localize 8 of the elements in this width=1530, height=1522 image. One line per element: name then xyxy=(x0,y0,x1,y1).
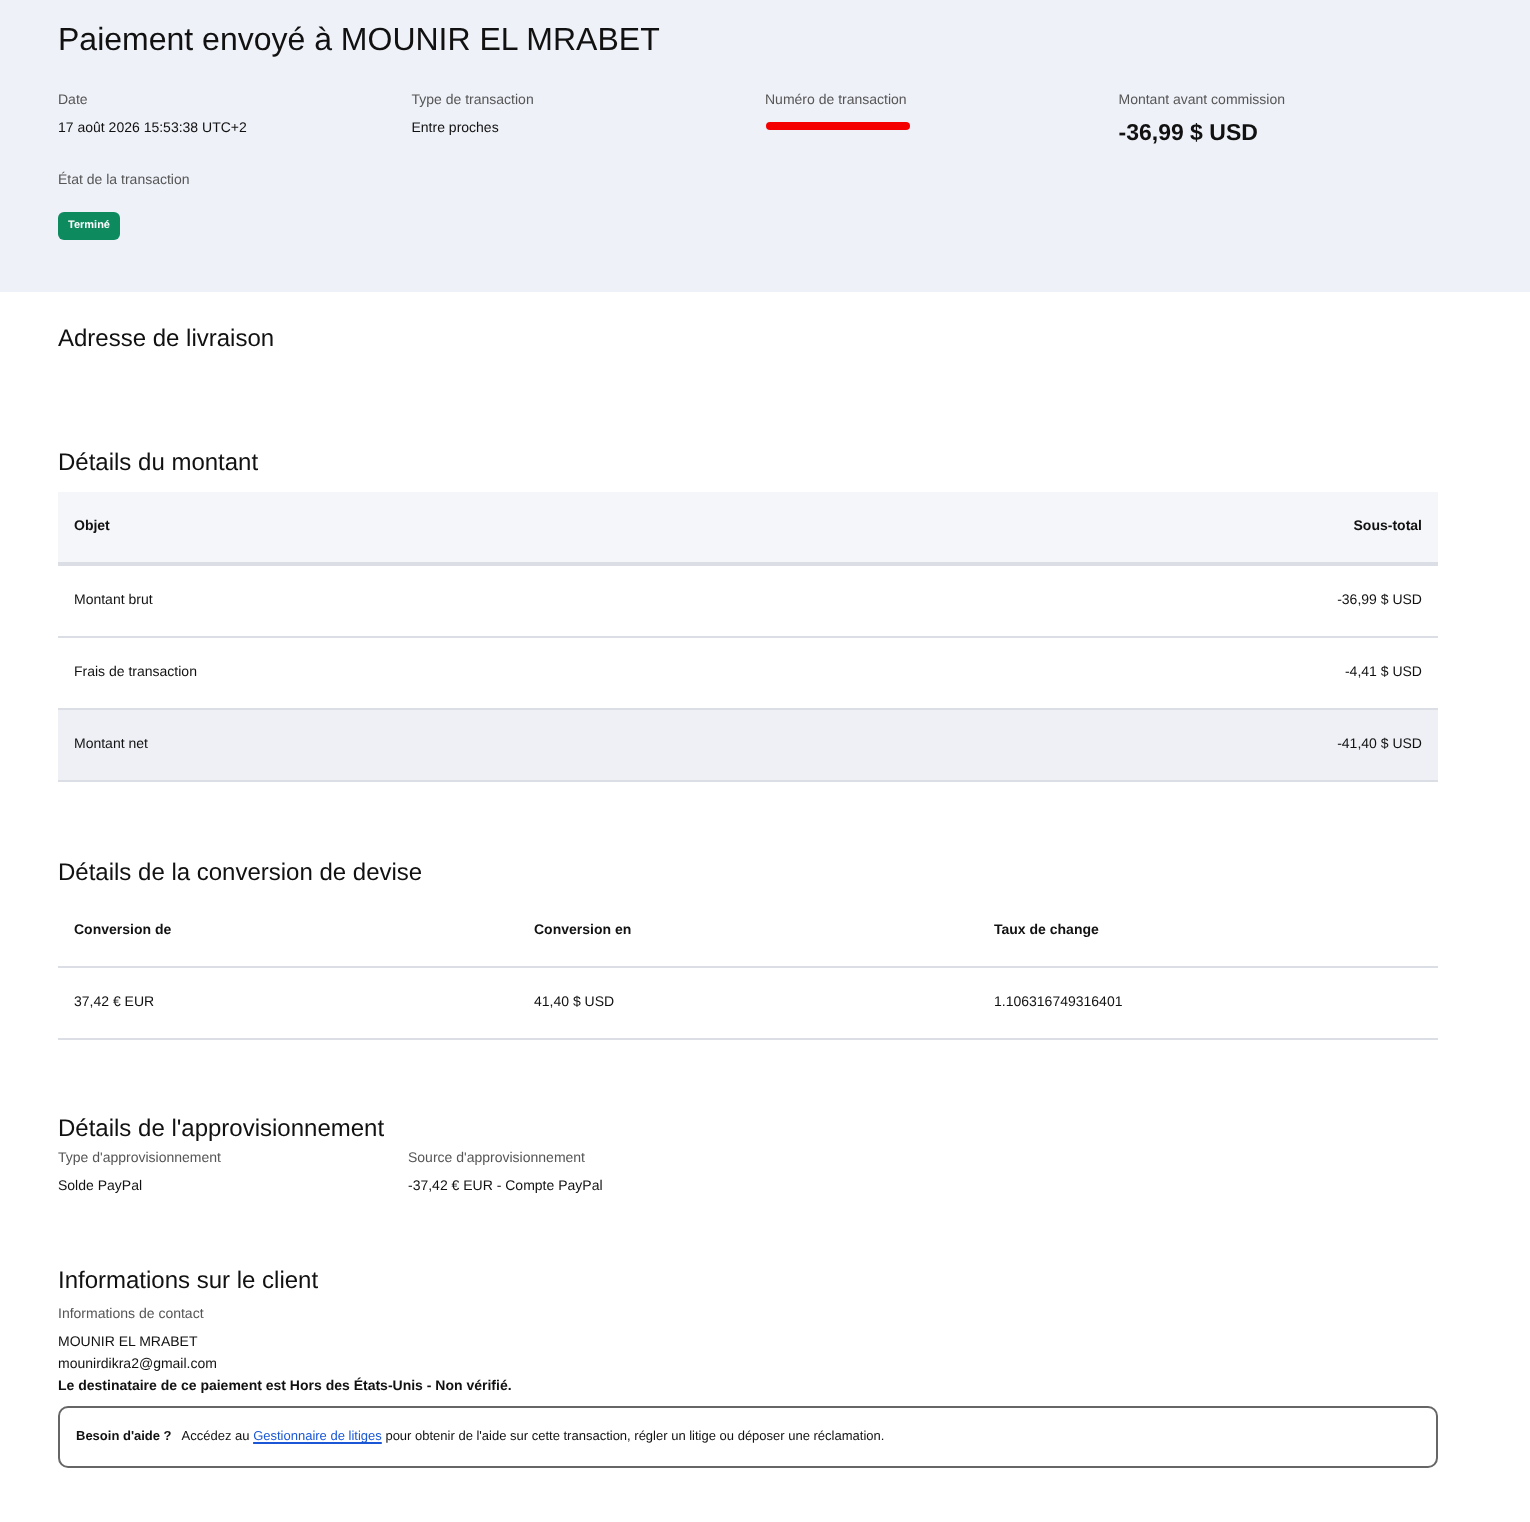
section-heading: Détails de la conversion de devise xyxy=(58,858,425,886)
page-title: Paiement envoyé à MOUNIR EL MRABET xyxy=(58,24,662,60)
section-heading: Détails de l'approvisionnement xyxy=(58,1114,387,1142)
amount-value: -36,99 $ USD xyxy=(1118,122,1260,146)
section-heading: Adresse de livraison xyxy=(58,324,277,352)
section-heading: Informations sur le client xyxy=(58,1266,321,1294)
redaction-mark xyxy=(765,122,909,130)
section-heading: Détails du montant xyxy=(58,448,261,476)
